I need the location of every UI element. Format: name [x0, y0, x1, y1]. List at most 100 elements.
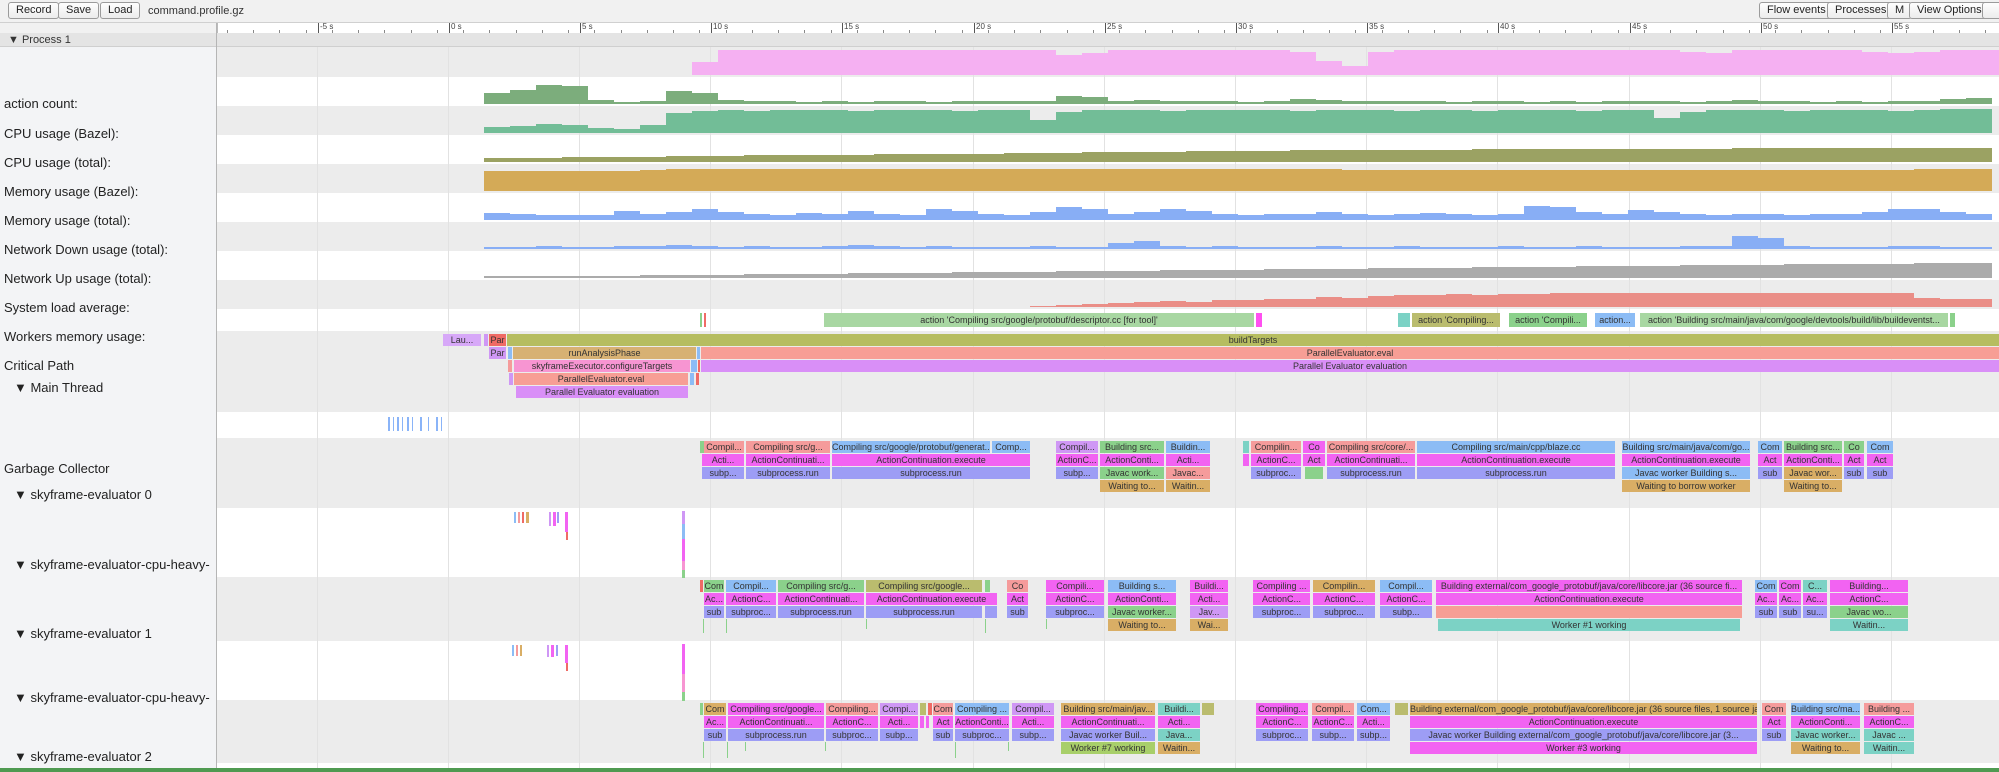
- trace-span[interactable]: Compiling ...: [955, 703, 1009, 715]
- trace-span[interactable]: Building...: [1830, 580, 1908, 592]
- trace-span-sliver[interactable]: [526, 512, 529, 523]
- trace-span[interactable]: Javac worker...: [1791, 729, 1860, 741]
- trace-span-sliver[interactable]: [727, 742, 728, 758]
- trace-span[interactable]: subprocess.run: [778, 606, 864, 618]
- trace-span-sliver[interactable]: [565, 512, 568, 532]
- trace-span[interactable]: Ac...: [1755, 593, 1777, 605]
- trace-span[interactable]: Acti...: [880, 716, 918, 728]
- trace-span[interactable]: subprocess.run: [832, 467, 1030, 479]
- trace-span[interactable]: Waiting to...: [1100, 480, 1164, 492]
- trace-span[interactable]: Parallel Evaluator evaluation: [516, 386, 688, 398]
- trace-span[interactable]: subproc...: [726, 606, 776, 618]
- trace-span[interactable]: subproc...: [1253, 606, 1310, 618]
- trace-span[interactable]: ActionContinuati...: [778, 593, 864, 605]
- trace-span[interactable]: subp...: [1380, 606, 1432, 618]
- trace-span[interactable]: ActionC...: [726, 593, 776, 605]
- trace-span[interactable]: Waitin...: [1166, 480, 1210, 492]
- trace-span[interactable]: Building external/com_google_protobuf/ja…: [1436, 580, 1742, 592]
- trace-span[interactable]: Acti...: [1166, 454, 1210, 466]
- trace-span[interactable]: subp...: [702, 467, 744, 479]
- track-label-skyframe-evaluator-1[interactable]: ▼ skyframe-evaluator 1: [14, 626, 152, 641]
- trace-span[interactable]: Ac...: [1779, 593, 1801, 605]
- trace-span[interactable]: Compiling src/main/cpp/blaze.cc: [1417, 441, 1615, 453]
- trace-span[interactable]: subproc...: [826, 729, 878, 741]
- trace-span[interactable]: subproc...: [1046, 606, 1104, 618]
- trace-span[interactable]: subproc...: [1313, 606, 1375, 618]
- trace-span[interactable]: Compiling src/google...: [728, 703, 824, 715]
- trace-span[interactable]: Waiting to...: [1108, 619, 1176, 631]
- trace-span-sliver[interactable]: [697, 347, 700, 359]
- trace-span[interactable]: Building src...: [1784, 441, 1842, 453]
- trace-span-sliver[interactable]: [566, 663, 568, 671]
- trace-span-sliver[interactable]: [508, 360, 512, 372]
- trace-span[interactable]: ActionContinuati...: [1327, 454, 1415, 466]
- trace-span[interactable]: action 'Compiling src/google/protobuf/de…: [824, 313, 1254, 327]
- trace-span-sliver[interactable]: [690, 373, 694, 385]
- trace-span[interactable]: Jav...: [1190, 606, 1228, 618]
- trace-span[interactable]: Acti...: [1357, 716, 1390, 728]
- trace-span[interactable]: Compiling...: [826, 703, 878, 715]
- trace-span-sliver[interactable]: [412, 417, 413, 431]
- trace-span[interactable]: Javac...: [1166, 467, 1210, 479]
- chart-action-count[interactable]: [0, 47, 1999, 77]
- trace-span-sliver[interactable]: [985, 580, 990, 592]
- trace-span[interactable]: ParallelEvaluator.eval: [514, 373, 688, 385]
- trace-span[interactable]: subproc...: [955, 729, 1009, 741]
- trace-span[interactable]: Compil...: [704, 441, 744, 453]
- trace-span[interactable]: Buildi...: [1158, 703, 1200, 715]
- trace-span[interactable]: Par: [489, 347, 506, 359]
- trace-span-sliver[interactable]: [682, 644, 685, 674]
- trace-span[interactable]: sub: [704, 606, 724, 618]
- chart-cpu-usage-total[interactable]: [0, 106, 1999, 135]
- trace-span-sliver[interactable]: [745, 742, 746, 751]
- trace-span[interactable]: subp...: [1357, 729, 1390, 741]
- trace-span[interactable]: Act: [1007, 593, 1028, 605]
- trace-span[interactable]: ParallelEvaluator.eval: [701, 347, 1999, 359]
- trace-span[interactable]: Act: [1867, 454, 1893, 466]
- trace-span[interactable]: Act: [1758, 454, 1782, 466]
- trace-span[interactable]: ActionContinuation.execute: [1417, 454, 1615, 466]
- trace-span[interactable]: su...: [1803, 606, 1827, 618]
- trace-span-sliver[interactable]: [698, 360, 700, 372]
- trace-span[interactable]: Com: [704, 703, 726, 715]
- track-label-skyframe-evaluator-cpu-heavy-2[interactable]: ▼ skyframe-evaluator-cpu-heavy-: [14, 690, 210, 705]
- trace-span[interactable]: Par: [489, 334, 506, 346]
- trace-span-sliver[interactable]: [682, 692, 685, 701]
- trace-span[interactable]: action...: [1595, 313, 1635, 327]
- trace-span[interactable]: Waitin...: [1864, 742, 1914, 754]
- trace-span[interactable]: ActionContinuati...: [1061, 716, 1155, 728]
- trace-span[interactable]: ActionContinuation.execute: [1436, 593, 1742, 605]
- trace-span-sliver[interactable]: [682, 674, 685, 692]
- trace-span[interactable]: action 'Compili...: [1509, 313, 1587, 327]
- save-button[interactable]: Save: [58, 2, 99, 19]
- trace-span[interactable]: ActionContinuation.execute: [866, 593, 997, 605]
- trace-span[interactable]: Buildin...: [1166, 441, 1210, 453]
- view-options-button[interactable]: View Options: [1909, 2, 1990, 19]
- track-label-skyframe-evaluator-0[interactable]: ▼ skyframe-evaluator 0: [14, 487, 152, 502]
- processes-button[interactable]: Processes: [1827, 2, 1894, 19]
- trace-span-sliver[interactable]: [703, 742, 704, 758]
- trace-span-sliver[interactable]: [920, 703, 926, 715]
- trace-span-sliver[interactable]: [566, 532, 568, 540]
- trace-span[interactable]: sub: [1758, 467, 1782, 479]
- trace-span[interactable]: Acti...: [1158, 716, 1200, 728]
- trace-span[interactable]: subp...: [1056, 467, 1098, 479]
- trace-span-sliver[interactable]: [397, 417, 399, 431]
- trace-span[interactable]: sub: [1755, 606, 1777, 618]
- chart-memory-usage-total[interactable]: [0, 164, 1999, 193]
- trace-span[interactable]: sub: [704, 729, 726, 741]
- trace-span[interactable]: ActionContinuati...: [746, 454, 830, 466]
- trace-span[interactable]: subprocess.run: [1417, 467, 1615, 479]
- trace-span[interactable]: sub: [933, 729, 953, 741]
- trace-span[interactable]: ActionConti...: [1784, 454, 1842, 466]
- trace-span[interactable]: ActionC...: [1251, 454, 1301, 466]
- trace-span-sliver[interactable]: [926, 716, 929, 728]
- trace-span[interactable]: Act: [1303, 454, 1325, 466]
- trace-span-sliver[interactable]: [1436, 606, 1742, 618]
- trace-span[interactable]: Compiling ...: [1253, 580, 1310, 592]
- trace-span[interactable]: ActionC...: [1256, 716, 1308, 728]
- chart-cpu-usage-bazel[interactable]: [0, 77, 1999, 106]
- trace-span-sliver[interactable]: [522, 512, 524, 523]
- trace-span[interactable]: Com: [1867, 441, 1893, 453]
- trace-span[interactable]: Building ...: [1864, 703, 1914, 715]
